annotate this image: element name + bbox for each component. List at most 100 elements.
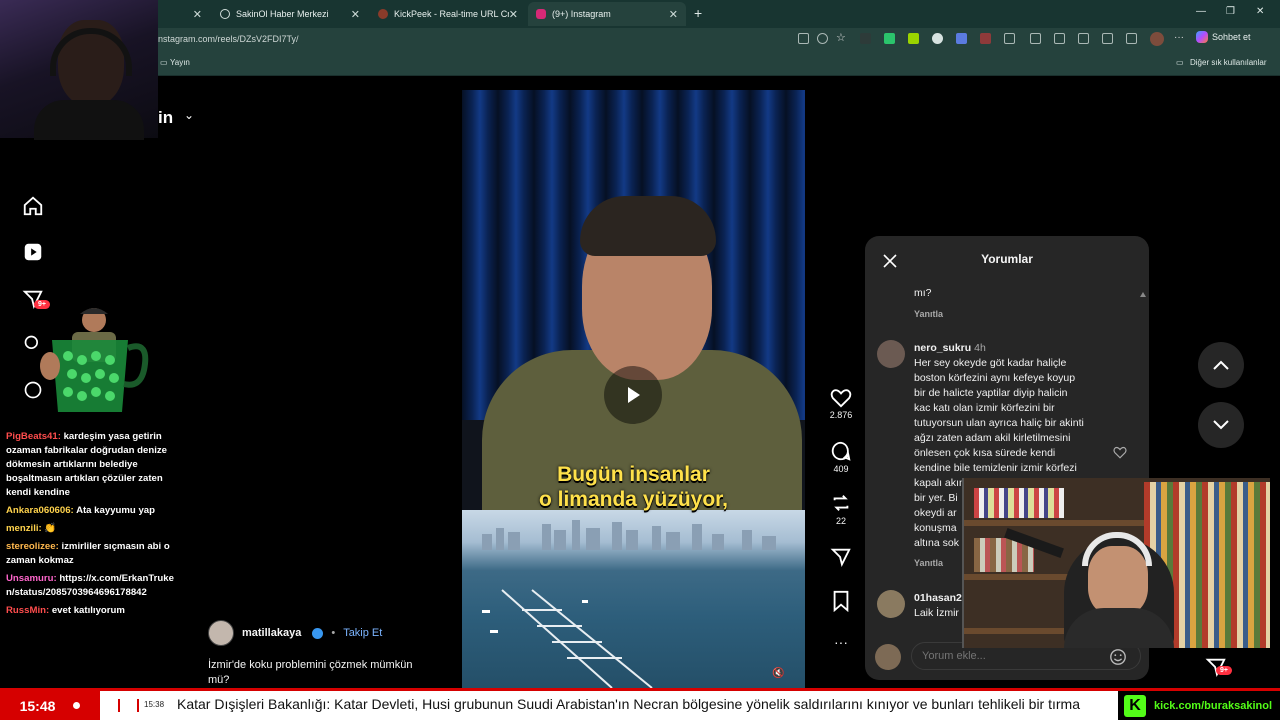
share-count: 22 <box>835 516 846 526</box>
tab-label: SakinOl Haber Merkezi <box>236 9 329 19</box>
other-favorites[interactable]: Diğer sık kullanılanlar <box>1190 58 1266 67</box>
comment-line: Her sey okeyde göt kadar haliçle <box>914 357 1067 369</box>
apps-icon[interactable] <box>798 33 809 44</box>
restore-icon[interactable]: ❐ <box>1226 6 1235 17</box>
tab-bar: ✕ SakinOl Haber Merkezi ✕ KickPeek - Rea… <box>0 0 1280 28</box>
tab-close-icon[interactable]: ✕ <box>509 8 518 21</box>
chat-message: RussMin: evet katılıyorum <box>6 604 174 618</box>
reply-button[interactable]: Yanıtla <box>914 309 943 319</box>
nav-badge: 9+ <box>1216 666 1232 675</box>
reel-description: İzmir'de koku problemini çözmek mümkün m… <box>208 658 448 688</box>
comment-icon <box>831 441 851 461</box>
follow-button[interactable]: Takip Et <box>343 627 382 639</box>
close-window-icon[interactable]: ✕ <box>1256 6 1264 17</box>
bookmark-folder-icon: ▭ <box>160 58 168 67</box>
repost-button[interactable]: 22 <box>828 492 854 526</box>
tab-sakinol[interactable]: SakinOl Haber Merkezi ✕ <box>212 2 368 26</box>
url-field[interactable]: nstagram.com/reels/DZsV2FDI7Ty/ <box>158 34 299 44</box>
copilot-chat-button[interactable]: Sohbet et <box>1196 31 1251 43</box>
share-button[interactable] <box>828 546 854 570</box>
comment-line: boston körfezini aynı kefeye koyup <box>914 372 1076 384</box>
browser-essentials-icon[interactable] <box>1102 33 1113 44</box>
chat-message: menzili: 👏 <box>6 522 174 536</box>
extension-icon[interactable] <box>932 33 943 44</box>
previous-reel-button[interactable] <box>1198 342 1244 388</box>
caption-line-1: Bugün insanlar <box>557 463 710 486</box>
extension-icon[interactable] <box>860 33 871 44</box>
chat-username: menzili: <box>6 523 42 534</box>
emoji-icon[interactable] <box>1109 648 1127 666</box>
instagram-icon <box>536 9 546 19</box>
mute-icon[interactable]: 🔇 <box>772 668 784 679</box>
zoom-icon[interactable] <box>817 33 828 44</box>
comment-partial-text: mı? <box>914 287 932 299</box>
close-icon[interactable] <box>883 254 897 268</box>
comment-like-heart-icon[interactable] <box>1113 446 1127 459</box>
commenter-avatar[interactable] <box>877 340 905 368</box>
more-menu-icon[interactable]: ··· <box>1174 33 1185 44</box>
comment-line: kac katı olan izmir körfezini bir <box>914 402 1055 414</box>
mug-sticker-overlay <box>40 308 149 412</box>
comment-line: önlesen çok kısa sürede kendi <box>914 447 1056 459</box>
chevron-up-icon <box>1213 360 1229 370</box>
own-avatar <box>875 644 901 670</box>
split-screen-icon[interactable] <box>1030 33 1041 44</box>
tab-instagram[interactable]: (9+) Instagram ✕ <box>528 2 686 26</box>
extension-icon[interactable] <box>884 33 895 44</box>
bookmark-yayin[interactable]: Yayın <box>170 58 190 67</box>
reels-icon[interactable] <box>20 239 46 265</box>
extensions-puzzle-icon[interactable] <box>1004 33 1015 44</box>
comment-username[interactable]: nero_sukru <box>914 342 971 354</box>
next-reel-button[interactable] <box>1198 402 1244 448</box>
bookmark-folder-icon: ▭ <box>1176 58 1184 67</box>
bookshelf-left <box>974 488 1064 518</box>
verified-badge-icon <box>312 627 324 639</box>
minimize-icon[interactable]: — <box>1196 6 1206 17</box>
send-icon <box>830 548 851 567</box>
tab-close-icon[interactable]: ✕ <box>193 8 202 21</box>
author-avatar[interactable] <box>208 620 234 646</box>
comment-count: 409 <box>833 464 849 474</box>
live-dot-icon <box>73 702 81 709</box>
collections-icon[interactable] <box>1078 33 1089 44</box>
tab-label: KickPeek - Real-time URL Crawler <box>394 9 509 19</box>
more-options-icon[interactable]: ··· <box>828 634 854 650</box>
extension-icon[interactable] <box>980 33 991 44</box>
comment-time: 4h <box>974 342 986 354</box>
repost-icon <box>833 495 849 511</box>
city-skyline <box>482 520 776 550</box>
commenter-avatar[interactable] <box>877 590 905 618</box>
favorites-icon[interactable] <box>1054 33 1065 44</box>
author-username[interactable]: matillakaya <box>242 627 301 639</box>
streamer-shoulders <box>34 100 144 140</box>
tab-0[interactable]: ✕ <box>158 2 210 26</box>
new-tab-icon[interactable]: + <box>694 5 702 21</box>
ticker-clock: 15:48 <box>19 697 56 714</box>
notifications-button[interactable]: 9+ <box>1204 656 1232 683</box>
chat-username: stereolizee: <box>6 541 59 552</box>
ticker-divider <box>137 699 139 712</box>
marina-docks <box>482 589 653 688</box>
downloads-icon[interactable] <box>1126 33 1137 44</box>
ticker-divider <box>118 699 120 712</box>
tab-kickpeek[interactable]: KickPeek - Real-time URL Crawler ✕ <box>370 2 526 26</box>
chevron-down-icon[interactable]: ⌄ <box>184 108 194 122</box>
save-button[interactable] <box>828 590 854 614</box>
reply-button[interactable]: Yanıtla <box>914 558 943 568</box>
extension-icon[interactable] <box>956 33 967 44</box>
extension-icon[interactable] <box>908 33 919 44</box>
globe-icon <box>220 9 230 19</box>
profile-avatar[interactable] <box>1150 32 1164 46</box>
like-button[interactable]: 2.876 <box>828 388 854 420</box>
bookmark-icon <box>833 590 849 613</box>
star-icon[interactable]: ☆ <box>836 33 847 44</box>
chat-username: Unsamuru: <box>6 573 57 584</box>
ticker-headline: Katar Dışişleri Bakanlığı: Katar Devleti… <box>177 696 1080 712</box>
play-button[interactable] <box>604 366 662 424</box>
tab-close-icon[interactable]: ✕ <box>669 8 678 21</box>
home-icon[interactable] <box>20 193 46 219</box>
instagram-logo-fragment[interactable]: in <box>158 108 173 128</box>
tab-close-icon[interactable]: ✕ <box>351 8 360 21</box>
comment-button[interactable]: 409 <box>828 440 854 474</box>
chat-text: evet katılıyorum <box>51 605 125 616</box>
